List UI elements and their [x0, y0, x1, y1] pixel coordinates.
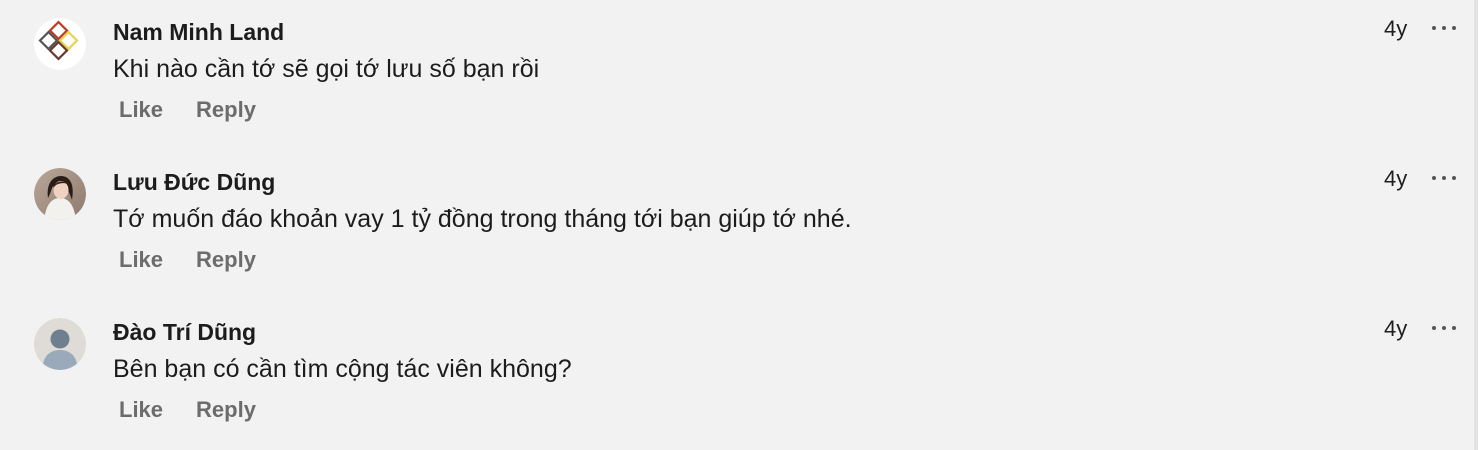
comment-item: Đào Trí Dũng Bên bạn có cần tìm cộng tác…	[0, 300, 1474, 450]
reply-button[interactable]: Reply	[196, 397, 256, 423]
comment-text: Bên bạn có cần tìm cộng tác viên không?	[113, 355, 572, 383]
like-button[interactable]: Like	[119, 247, 163, 273]
comment-timestamp: 4y	[1384, 316, 1408, 341]
comment-actions: Like Reply	[119, 396, 256, 424]
diamond-logo-avatar-icon	[34, 18, 86, 70]
more-options-icon[interactable]	[1430, 317, 1460, 339]
comment-actions: Like Reply	[119, 246, 256, 274]
like-button[interactable]: Like	[119, 397, 163, 423]
comment-author[interactable]: Lưu Đức Dũng	[113, 169, 275, 196]
reply-button[interactable]: Reply	[196, 97, 256, 123]
comment-item: Lưu Đức Dũng Tớ muốn đáo khoản vay 1 tỷ …	[0, 150, 1474, 300]
avatar[interactable]	[34, 18, 86, 70]
comment-actions: Like Reply	[119, 96, 256, 124]
comment-list: Nam Minh Land Khi nào cần tớ sẽ gọi tớ l…	[0, 0, 1474, 450]
comment-author[interactable]: Đào Trí Dũng	[113, 319, 256, 346]
comment-timestamp: 4y	[1384, 16, 1408, 41]
more-options-icon[interactable]	[1430, 167, 1460, 189]
profile-photo-avatar-icon	[34, 168, 86, 220]
like-button[interactable]: Like	[119, 97, 163, 123]
comment-timestamp: 4y	[1384, 166, 1408, 191]
more-options-icon[interactable]	[1430, 17, 1460, 39]
window-edge	[1474, 0, 1478, 450]
avatar[interactable]	[34, 168, 86, 220]
default-user-avatar-icon	[34, 318, 86, 370]
comment-item: Nam Minh Land Khi nào cần tớ sẽ gọi tớ l…	[0, 0, 1474, 150]
reply-button[interactable]: Reply	[196, 247, 256, 273]
avatar[interactable]	[34, 318, 86, 370]
comment-text: Tớ muốn đáo khoản vay 1 tỷ đồng trong th…	[113, 205, 852, 233]
comment-author[interactable]: Nam Minh Land	[113, 19, 284, 46]
comment-text: Khi nào cần tớ sẽ gọi tớ lưu số bạn rồi	[113, 55, 540, 83]
